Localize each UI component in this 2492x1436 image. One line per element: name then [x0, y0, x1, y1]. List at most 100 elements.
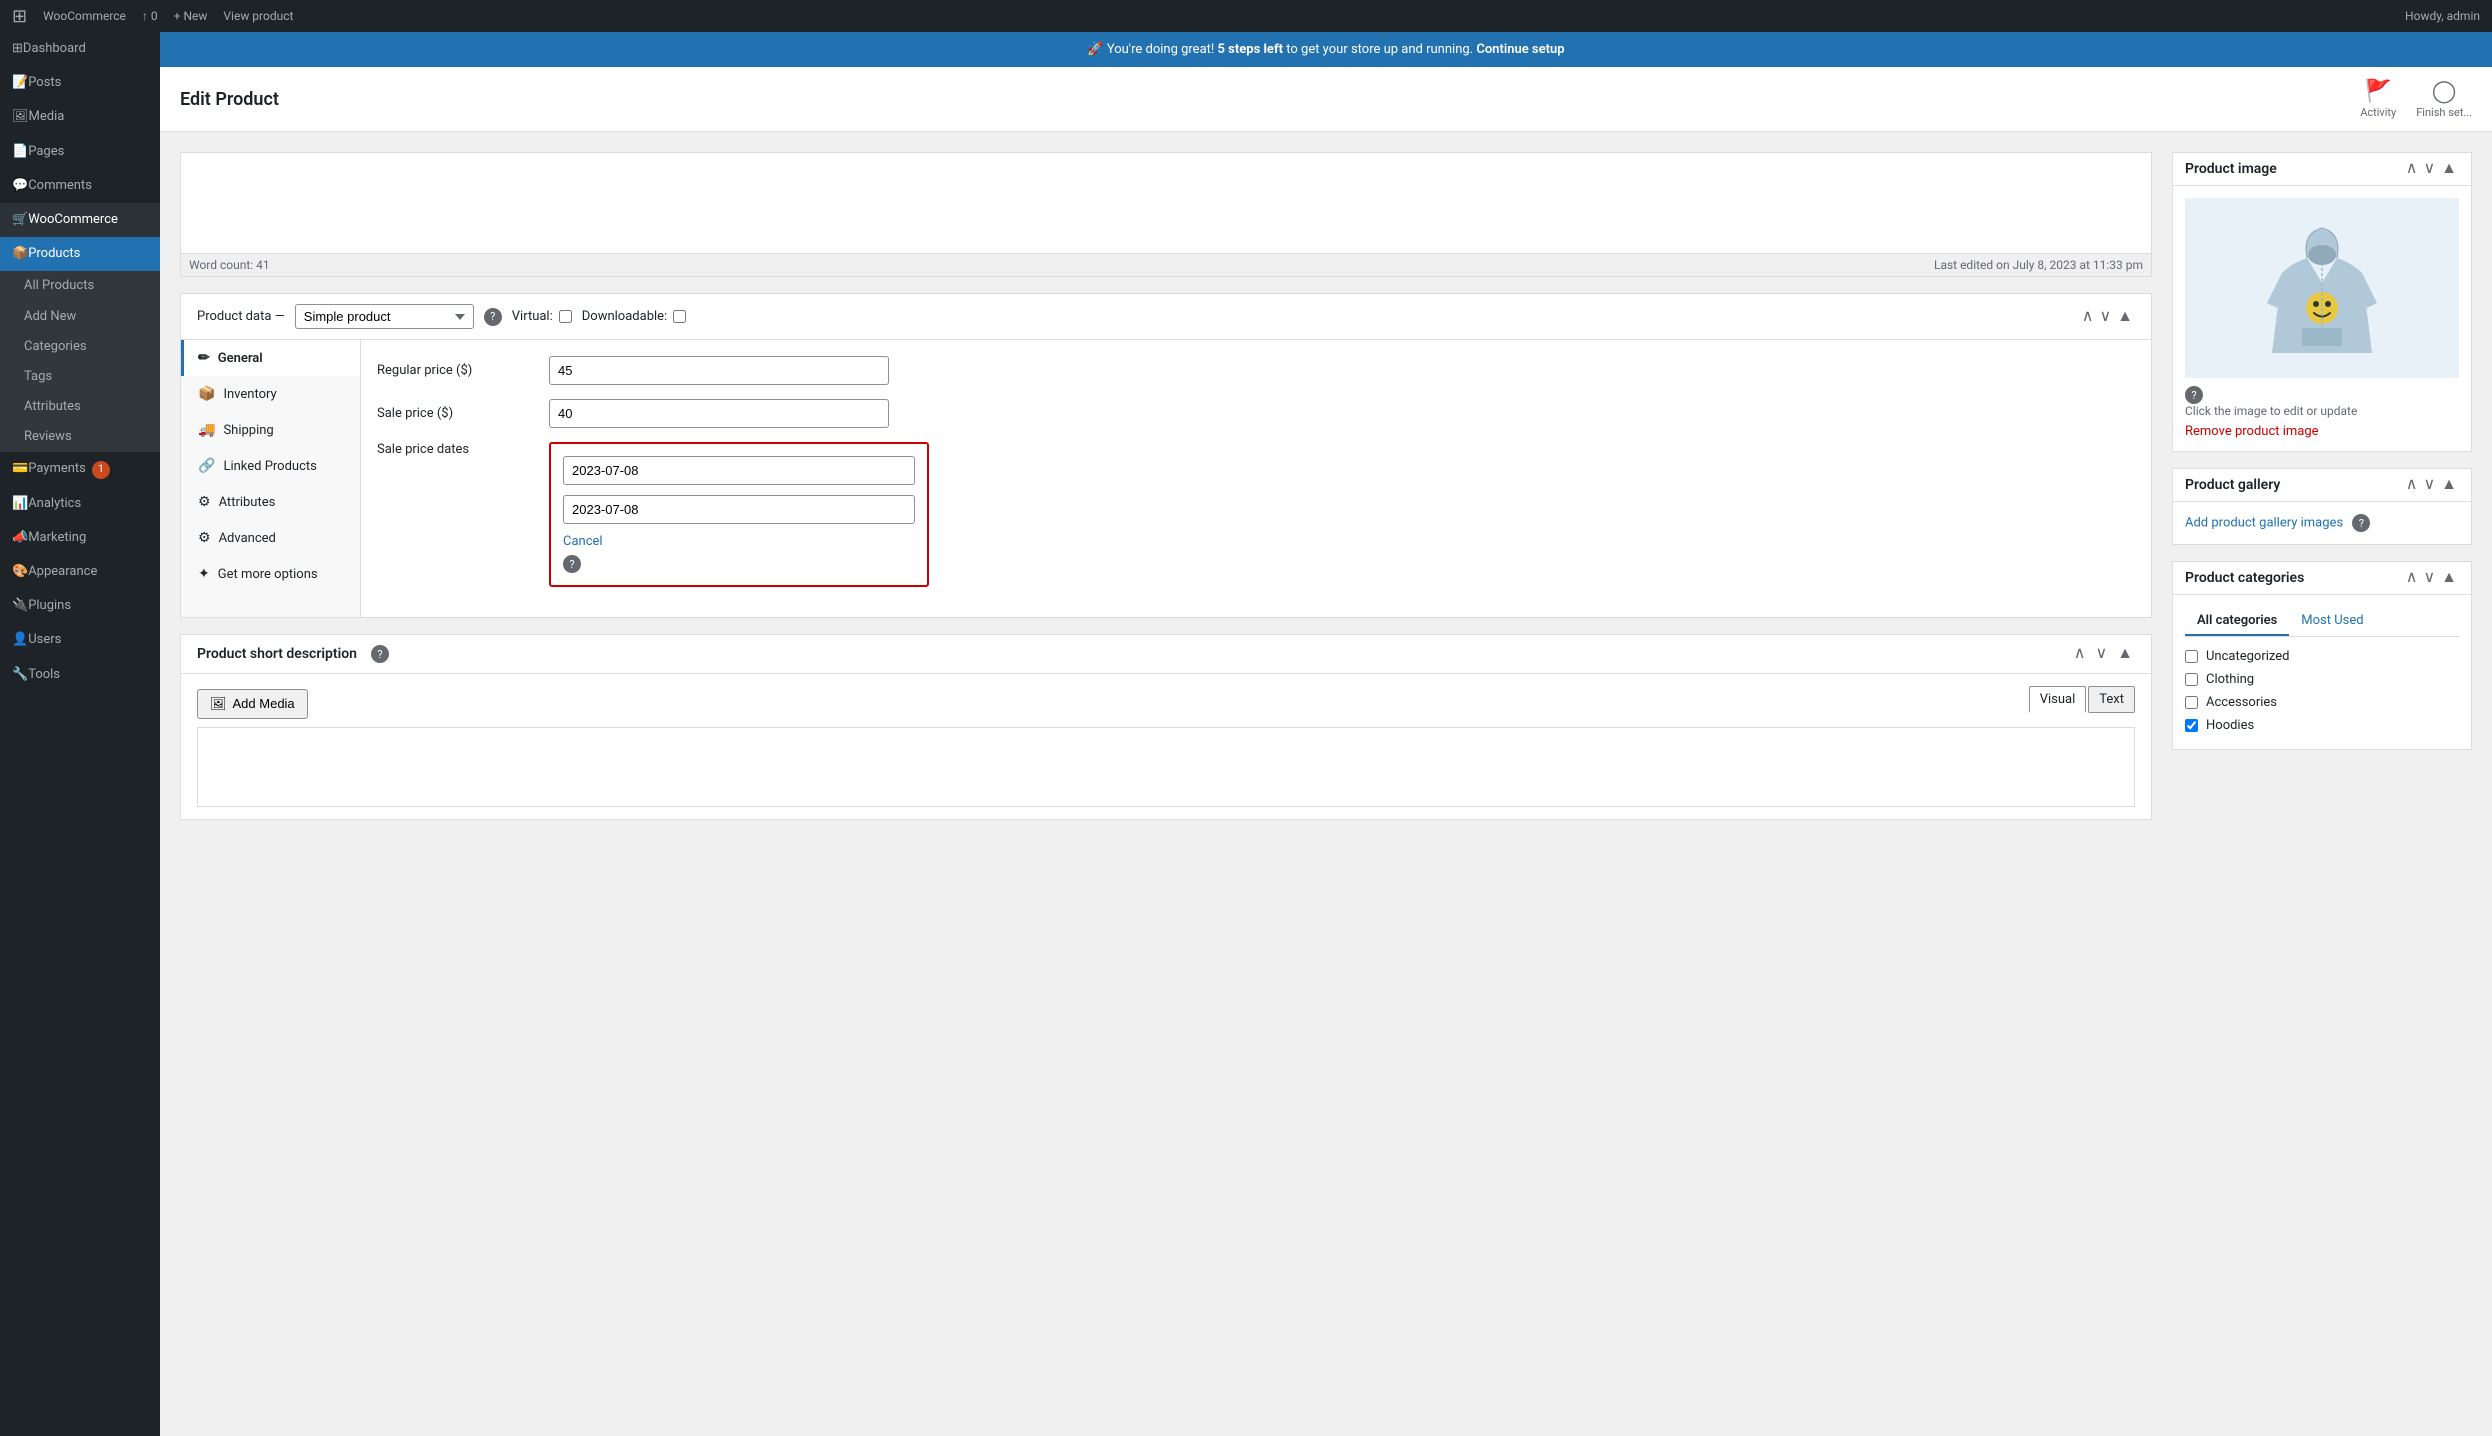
- add-gallery-images-link[interactable]: Add product gallery images: [2185, 516, 2343, 531]
- product-gallery-up[interactable]: ∧: [2404, 477, 2420, 493]
- collapse-down-button[interactable]: ∨: [2097, 309, 2113, 325]
- product-image-up[interactable]: ∧: [2404, 161, 2420, 177]
- sale-date-from-input[interactable]: [563, 456, 915, 485]
- product-image-down[interactable]: ∨: [2421, 161, 2437, 177]
- sale-date-to-input[interactable]: [563, 495, 915, 524]
- product-categories-up[interactable]: ∧: [2404, 570, 2420, 586]
- product-categories-toggle[interactable]: ▲: [2439, 570, 2459, 586]
- category-clothing-label[interactable]: Clothing: [2206, 672, 2254, 687]
- short-description-header-actions: ∧ ∨ ▲: [2072, 646, 2135, 662]
- page-header: Edit Product 🚩 Activity ◯ Finish set...: [160, 67, 2492, 132]
- product-image-header: Product image ∧ ∨ ▲: [2173, 153, 2471, 186]
- text-tab[interactable]: Text: [2088, 686, 2135, 713]
- sidebar-item-payments[interactable]: 💳 Payments 1: [0, 452, 160, 486]
- regular-price-input[interactable]: [549, 356, 889, 385]
- tab-shipping-label: Shipping: [223, 423, 273, 438]
- admin-bar-updates[interactable]: ↑ 0: [142, 9, 158, 23]
- virtual-checkbox[interactable]: [559, 310, 572, 323]
- category-uncategorized-label[interactable]: Uncategorized: [2206, 649, 2289, 664]
- downloadable-checkbox-group: Downloadable:: [582, 309, 686, 324]
- tab-linked-products[interactable]: 🔗 Linked Products: [181, 448, 360, 484]
- sidebar-item-plugins[interactable]: 🔌 Plugins: [0, 589, 160, 623]
- sidebar-item-all-products[interactable]: All Products: [0, 271, 160, 301]
- sidebar-item-categories[interactable]: Categories: [0, 332, 160, 362]
- cancel-sale-dates-link[interactable]: Cancel: [563, 534, 915, 549]
- downloadable-label: Downloadable:: [582, 309, 667, 324]
- collapse-up-button[interactable]: ∧: [2080, 309, 2096, 325]
- product-image-preview[interactable]: [2185, 198, 2459, 378]
- posts-icon: 📝: [12, 74, 28, 92]
- visual-tab[interactable]: Visual: [2029, 686, 2087, 713]
- wp-logo-icon[interactable]: ⊞: [12, 6, 27, 27]
- tab-inventory[interactable]: 📦 Inventory: [181, 376, 360, 412]
- category-clothing-checkbox[interactable]: [2185, 673, 2198, 686]
- product-type-help-icon[interactable]: ?: [484, 308, 502, 326]
- category-hoodies-label[interactable]: Hoodies: [2206, 718, 2254, 733]
- product-data-box: Product data — Simple product Grouped pr…: [180, 293, 2152, 618]
- sidebar-item-add-new[interactable]: Add New: [0, 302, 160, 332]
- editor-content-area[interactable]: [181, 153, 2151, 253]
- sidebar-item-media[interactable]: 🖼 Media: [0, 100, 160, 134]
- product-categories-title: Product categories: [2185, 570, 2398, 586]
- activity-button[interactable]: 🚩 Activity: [2360, 79, 2396, 119]
- short-desc-collapse-up[interactable]: ∧: [2072, 646, 2088, 662]
- product-image-toggle[interactable]: ▲: [2439, 161, 2459, 177]
- category-hoodies-checkbox[interactable]: [2185, 719, 2198, 732]
- category-uncategorized-checkbox[interactable]: [2185, 650, 2198, 663]
- sale-price-input[interactable]: [549, 399, 889, 428]
- sidebar-item-users[interactable]: 👤 Users: [0, 623, 160, 657]
- marketing-icon: 📣: [12, 529, 28, 547]
- admin-bar-new[interactable]: + New: [174, 9, 208, 23]
- category-accessories-checkbox[interactable]: [2185, 696, 2198, 709]
- product-categories-down[interactable]: ∨: [2421, 570, 2437, 586]
- sale-dates-help-icon[interactable]: ?: [563, 555, 581, 573]
- add-media-button[interactable]: 🖼 Add Media: [197, 689, 308, 719]
- admin-bar-woocommerce[interactable]: WooCommerce: [43, 9, 126, 23]
- remove-product-image-link[interactable]: Remove product image: [2185, 424, 2319, 439]
- product-gallery-title: Product gallery: [2185, 477, 2398, 493]
- short-desc-collapse-toggle[interactable]: ▲: [2115, 646, 2135, 662]
- short-desc-collapse-down[interactable]: ∨: [2093, 646, 2109, 662]
- product-gallery-down[interactable]: ∨: [2421, 477, 2437, 493]
- sidebar-item-marketing[interactable]: 📣 Marketing: [0, 521, 160, 555]
- sidebar-item-analytics[interactable]: 📊 Analytics: [0, 487, 160, 521]
- short-description-help-icon[interactable]: ?: [371, 645, 389, 663]
- product-image-help-icon[interactable]: ?: [2185, 386, 2203, 404]
- tab-attributes[interactable]: ⚙ Attributes: [181, 484, 360, 520]
- most-used-tab[interactable]: Most Used: [2289, 607, 2375, 636]
- sidebar-item-woocommerce[interactable]: 🛒 WooCommerce: [0, 203, 160, 237]
- sidebar-item-tags[interactable]: Tags: [0, 362, 160, 392]
- short-description-editor[interactable]: [197, 727, 2135, 807]
- sidebar-item-comments[interactable]: 💬 Comments: [0, 169, 160, 203]
- product-gallery-toggle[interactable]: ▲: [2439, 477, 2459, 493]
- product-categories-content: All categories Most Used Uncategorized C…: [2173, 595, 2471, 749]
- category-accessories-label[interactable]: Accessories: [2206, 695, 2277, 710]
- tab-advanced[interactable]: ⚙ Advanced: [181, 520, 360, 556]
- setup-banner-link[interactable]: Continue setup: [1476, 42, 1564, 57]
- tab-get-more-options[interactable]: ✦ Get more options: [181, 556, 360, 592]
- downloadable-checkbox[interactable]: [673, 310, 686, 323]
- product-gallery-help-icon[interactable]: ?: [2352, 514, 2370, 532]
- product-type-select[interactable]: Simple product Grouped product External/…: [295, 304, 474, 329]
- collapse-toggle-button[interactable]: ▲: [2115, 309, 2135, 325]
- sidebar-item-products[interactable]: 📦 Products: [0, 237, 160, 271]
- editor-footer: Word count: 41 Last edited on July 8, 20…: [181, 253, 2151, 276]
- sidebar-item-tools[interactable]: 🔧 Tools: [0, 658, 160, 692]
- sidebar-item-pages[interactable]: 📄 Pages: [0, 135, 160, 169]
- sidebar-item-reviews[interactable]: Reviews: [0, 422, 160, 452]
- tab-shipping[interactable]: 🚚 Shipping: [181, 412, 360, 448]
- sidebar-item-appearance[interactable]: 🎨 Appearance: [0, 555, 160, 589]
- sidebar-item-posts[interactable]: 📝 Posts: [0, 66, 160, 100]
- all-categories-tab[interactable]: All categories: [2185, 607, 2289, 636]
- admin-bar-view-product[interactable]: View product: [223, 9, 293, 23]
- sidebar-item-dashboard[interactable]: ⊞ Dashboard: [0, 32, 160, 66]
- payments-badge: 1: [92, 461, 110, 479]
- finish-setup-button[interactable]: ◯ Finish set...: [2416, 79, 2472, 119]
- sale-price-dates-label: Sale price dates: [377, 442, 537, 457]
- sidebar-label-reviews: Reviews: [24, 428, 72, 446]
- advanced-tab-icon: ⚙: [198, 530, 211, 546]
- add-media-label: Add Media: [233, 696, 295, 711]
- sidebar-item-attributes[interactable]: Attributes: [0, 392, 160, 422]
- tab-attributes-label: Attributes: [219, 495, 276, 510]
- tab-general[interactable]: ✏ General: [181, 340, 360, 376]
